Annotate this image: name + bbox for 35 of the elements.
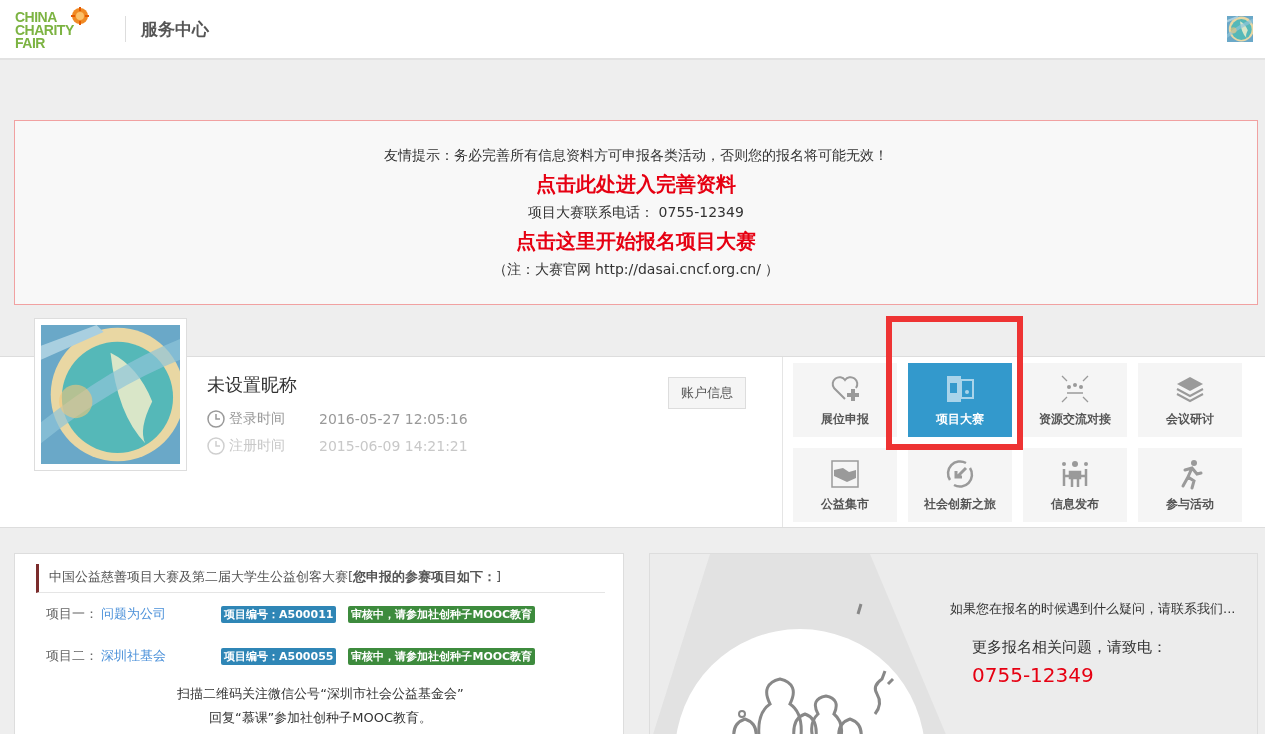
help-prompt: 更多报名相关问题，请致电：: [972, 638, 1168, 657]
project-link[interactable]: 深圳社基会: [101, 647, 221, 665]
notice-text: 友情提示：务必完善所有信息资料方可申报各类活动，否则您的报名将可能无效！: [384, 146, 888, 165]
project-label: 项目一：: [46, 605, 99, 623]
card-title: 中国公益慈善项目大赛及第二届大学生公益创客大赛[您申报的参赛项目如下：]: [36, 564, 605, 593]
handshake-icon: [829, 457, 861, 490]
menu-tile[interactable]: 社会创新之旅: [908, 448, 1012, 522]
account-info-button[interactable]: 账户信息: [668, 377, 746, 409]
project-label: 项目二：: [46, 647, 99, 665]
page-title: 服务中心: [141, 17, 209, 41]
flower-icon: [71, 6, 89, 25]
menu-tile[interactable]: 展位申报: [793, 363, 897, 437]
time-label: 登录时间: [229, 410, 286, 428]
notice-text: （注：大赛官网 http://dasai.cncf.org.cn/ ）: [492, 260, 780, 279]
project-link[interactable]: 问题为公司: [101, 605, 221, 623]
notice-text: 项目大赛联系电话： 0755-12349: [528, 203, 744, 222]
nickname: 未设置昵称: [207, 373, 298, 397]
notice-link[interactable]: 点击此处进入完善资料: [536, 170, 736, 198]
help-text: 如果您在报名的时候遇到什么疑问，请联系我们...: [950, 600, 1237, 618]
status-badge: 审核中，请参加社创种子MOOC教育: [348, 605, 536, 623]
status-badge: 审核中，请参加社创种子MOOC教育: [348, 647, 536, 665]
menu-tile[interactable]: 信息发布: [1023, 448, 1127, 522]
phone-number: 0755-12349: [972, 663, 1095, 687]
menu-tile[interactable]: 会议研讨: [1138, 363, 1242, 437]
project-code-badge: 项目编号：A500011: [221, 605, 337, 623]
arrows-cycle-icon: [944, 457, 976, 490]
notice-link[interactable]: 点击这里开始报名项目大赛: [516, 227, 756, 255]
note-text: 回复“慕课”参加社创种子MOOC教育。: [208, 709, 433, 727]
menu-tile[interactable]: 参与活动: [1138, 448, 1242, 522]
logo: CHINA CHARITY FAIR: [15, 8, 105, 50]
project-code-badge: 项目编号：A500055: [221, 647, 337, 665]
menu-tile[interactable]: 公益集市: [793, 448, 897, 522]
time-value: 2016-05-27 12:05:16: [319, 411, 468, 427]
menu-tile[interactable]: 资源交流对接: [1023, 363, 1127, 437]
note-text: 扫描二维码关注微信公号“深圳市社会公益基金会”: [177, 685, 464, 703]
